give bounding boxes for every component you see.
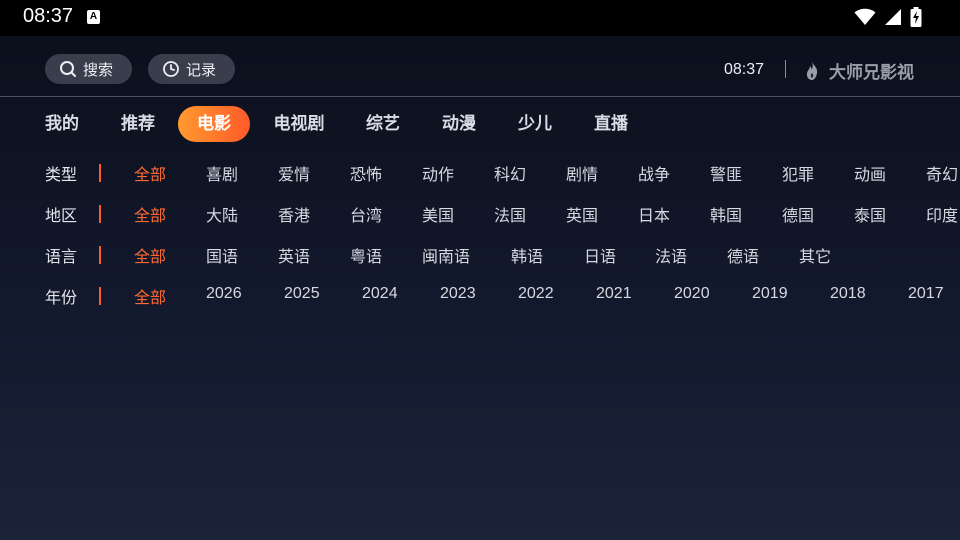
clock-icon: [163, 61, 179, 77]
filter-chip[interactable]: 粤语: [350, 243, 382, 267]
filter-chip[interactable]: 闽南语: [422, 243, 470, 267]
filter-chip[interactable]: 印度: [926, 202, 958, 226]
filter-chip[interactable]: 德国: [782, 202, 814, 226]
filter-chip[interactable]: 恐怖: [350, 161, 382, 185]
search-icon: [60, 61, 76, 77]
search-label: 搜索: [83, 60, 114, 79]
history-button[interactable]: 记录: [148, 54, 235, 84]
filter-row-language: 语言 全部 国语 英语 粤语 闽南语 韩语 日语 法语 德语 其它: [0, 243, 960, 267]
brand-name: 大师兄影视: [829, 63, 914, 83]
filter-chip[interactable]: 动作: [422, 161, 454, 185]
filter-chip[interactable]: 德语: [727, 243, 759, 267]
filter-chip[interactable]: 科幻: [494, 161, 526, 185]
tab-variety[interactable]: 综艺: [359, 106, 407, 142]
cell-signal-icon: [885, 9, 901, 25]
filter-divider: [99, 205, 101, 223]
filter-chip[interactable]: 2017: [908, 285, 944, 303]
status-bar: 08:37 A: [0, 0, 960, 36]
filter-chip[interactable]: 国语: [206, 243, 238, 267]
tab-live[interactable]: 直播: [587, 106, 635, 142]
filter-chip[interactable]: 2018: [830, 285, 866, 303]
brand-logo: 大师兄影视: [803, 58, 914, 83]
filter-divider: [99, 164, 101, 182]
tab-tv-series[interactable]: 电视剧: [268, 106, 330, 142]
filter-chip[interactable]: 爱情: [278, 161, 310, 185]
tab-mine[interactable]: 我的: [38, 106, 86, 142]
filter-row-type: 类型 全部 喜剧 爱情 恐怖 动作 科幻 剧情 战争 警匪 犯罪 动画 奇幻: [0, 161, 960, 185]
filter-label-year: 年份: [45, 288, 78, 307]
filter-chip[interactable]: 2020: [674, 285, 710, 303]
filter-chip[interactable]: 2023: [440, 285, 476, 303]
wifi-icon: [854, 8, 876, 25]
filter-chip[interactable]: 2022: [518, 285, 554, 303]
filter-chip[interactable]: 2026: [206, 285, 242, 303]
app-header: 搜索 记录 08:37 大师兄影视: [0, 36, 960, 97]
flame-logo-icon: [806, 61, 818, 80]
tab-recommend[interactable]: 推荐: [114, 106, 162, 142]
filter-chip[interactable]: 韩国: [710, 202, 742, 226]
search-button[interactable]: 搜索: [45, 54, 132, 84]
filter-chip[interactable]: 英语: [278, 243, 310, 267]
filter-chip[interactable]: 2024: [362, 285, 398, 303]
filter-chip[interactable]: 全部: [134, 161, 166, 185]
filter-chip[interactable]: 战争: [638, 161, 670, 185]
tab-movies[interactable]: 电影: [178, 106, 250, 142]
filter-chip[interactable]: 犯罪: [782, 161, 814, 185]
filter-label-region: 地区: [45, 206, 78, 225]
history-label: 记录: [186, 60, 217, 79]
filter-chip[interactable]: 法国: [494, 202, 526, 226]
filter-chip[interactable]: 剧情: [566, 161, 598, 185]
filter-chip[interactable]: 2025: [284, 285, 320, 303]
filter-chip[interactable]: 韩语: [511, 243, 543, 267]
filter-chip[interactable]: 喜剧: [206, 161, 238, 185]
filter-label-language: 语言: [45, 247, 78, 266]
tab-anime[interactable]: 动漫: [435, 106, 483, 142]
filter-chip[interactable]: 全部: [134, 284, 166, 308]
filter-chip[interactable]: 台湾: [350, 202, 382, 226]
filter-chip[interactable]: 日本: [638, 202, 670, 226]
filter-chip[interactable]: 英国: [566, 202, 598, 226]
filter-chip[interactable]: 日语: [584, 243, 616, 267]
filter-row-year: 年份 全部 2026 2025 2024 2023 2022 2021 2020…: [0, 284, 960, 308]
tab-kids[interactable]: 少儿: [511, 106, 559, 142]
filter-chip[interactable]: 2019: [752, 285, 788, 303]
filter-chip[interactable]: 2021: [596, 285, 632, 303]
filter-chip[interactable]: 动画: [854, 161, 886, 185]
filter-label-type: 类型: [45, 165, 78, 184]
filter-row-region: 地区 全部 大陆 香港 台湾 美国 法国 英国 日本 韩国 德国 泰国 印度: [0, 202, 960, 226]
filter-chip[interactable]: 警匪: [710, 161, 742, 185]
filter-chip[interactable]: 法语: [655, 243, 687, 267]
filter-divider: [99, 246, 101, 264]
filter-divider: [99, 287, 101, 305]
filter-chip[interactable]: 香港: [278, 202, 310, 226]
filter-chip[interactable]: 美国: [422, 202, 454, 226]
status-icons: [854, 7, 922, 27]
status-time: 08:37: [23, 5, 74, 27]
category-nav: 我的 推荐 电影 电视剧 综艺 动漫 少儿 直播: [0, 106, 960, 142]
filter-chip[interactable]: 全部: [134, 202, 166, 226]
header-clock: 08:37: [724, 61, 765, 78]
notification-a-icon: A: [87, 10, 100, 24]
filter-chip[interactable]: 其它: [799, 243, 831, 267]
filter-chip[interactable]: 泰国: [854, 202, 886, 226]
battery-charging-icon: [910, 7, 922, 27]
filter-chip[interactable]: 奇幻: [926, 161, 958, 185]
filter-chip[interactable]: 全部: [134, 243, 166, 267]
filter-chip[interactable]: 大陆: [206, 202, 238, 226]
header-divider: [785, 60, 786, 78]
